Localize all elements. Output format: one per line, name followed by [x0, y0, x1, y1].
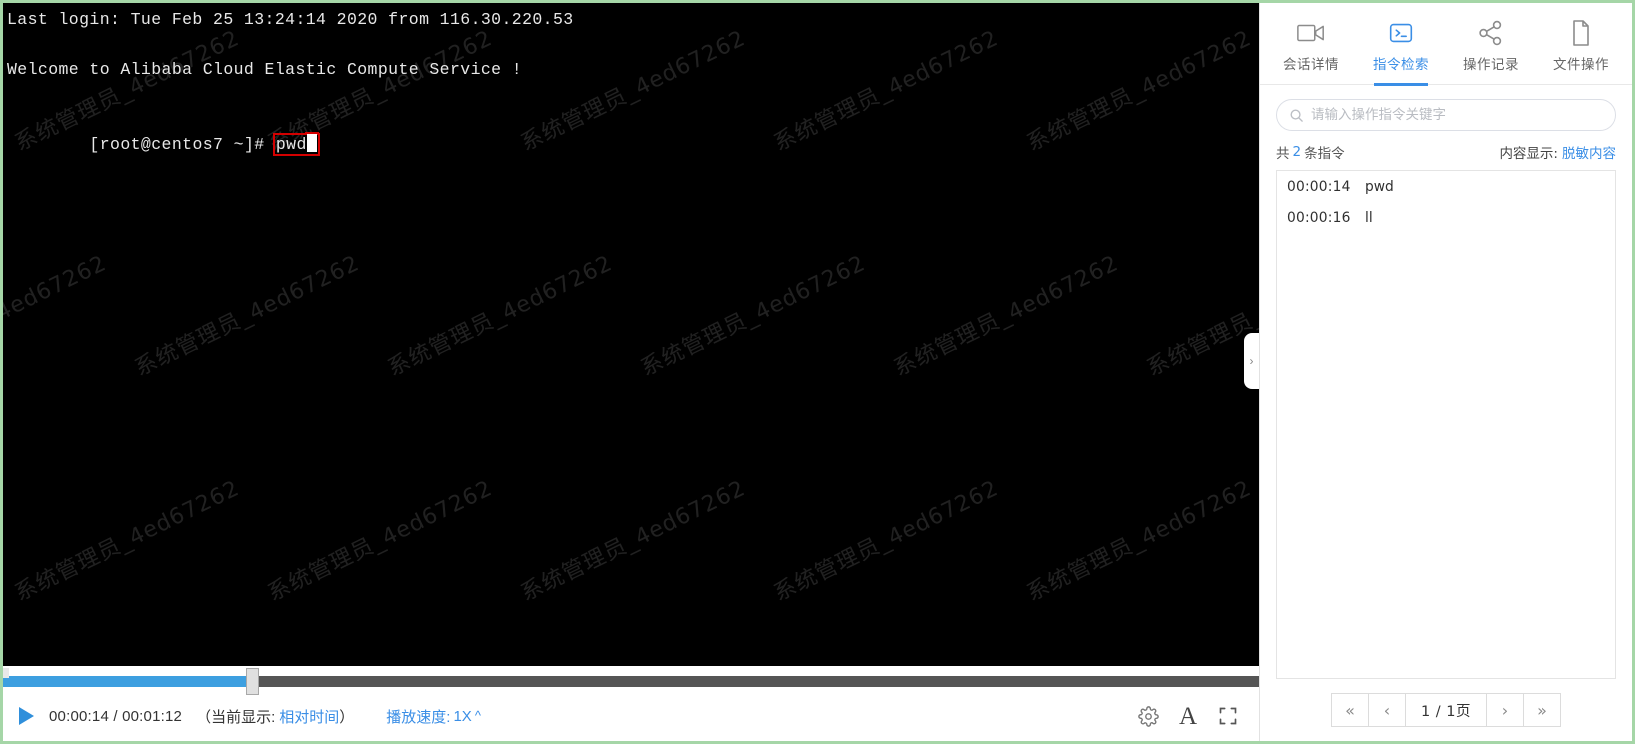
tab-4[interactable]: 文件操作: [1542, 11, 1620, 85]
command-row[interactable]: 00:00:14 pwd: [1277, 171, 1615, 202]
page-last-button[interactable]: »: [1523, 693, 1561, 727]
tab-1[interactable]: 会话详情: [1272, 11, 1350, 85]
page-prev-button[interactable]: ‹: [1368, 693, 1406, 727]
time-display: 00:00:14 / 00:01:12: [49, 707, 183, 725]
panel-collapse-handle[interactable]: ›: [1244, 333, 1259, 389]
search-area: [1260, 85, 1632, 131]
count-suffix: 条指令: [1304, 146, 1345, 162]
progress-handle[interactable]: [245, 668, 259, 695]
tab-label: 文件操作: [1553, 57, 1609, 73]
terminal-screen[interactable]: 系统管理员_4ed67262 系统管理员_4ed67262 系统管理员_4ed672…: [3, 3, 1259, 666]
count-prefix: 共: [1276, 146, 1290, 162]
watermark-text: 系统管理员_4ed67262: [264, 475, 497, 607]
font-size-A-icon: A: [1178, 702, 1198, 730]
terminal-player-pane: 系统管理员_4ed67262 系统管理员_4ed67262 系统管理员_4ed672…: [3, 3, 1259, 741]
caret-up-icon: ^: [474, 707, 481, 723]
chevron-right-icon: ›: [1249, 354, 1254, 368]
file-operation-document-icon: [1569, 17, 1593, 49]
watermark-text: 系统管理员_4ed67262: [770, 475, 1003, 607]
command-text: pwd: [275, 135, 307, 154]
player-controls: 00:00:14 / 00:01:12 （当前显示: 相对时间） 播放速度: 1X…: [3, 690, 1259, 741]
display-mode-group: （当前显示: 相对时间）: [196, 706, 354, 727]
settings-button[interactable]: [1133, 701, 1163, 731]
command-time: 00:00:14: [1287, 178, 1351, 195]
command-text: ll: [1365, 209, 1373, 226]
play-triangle-icon: [18, 707, 34, 725]
content-display-value[interactable]: 脱敏内容: [1558, 142, 1616, 162]
search-icon: [1290, 109, 1303, 122]
page-next-button[interactable]: ›: [1486, 693, 1524, 727]
playback-speed-group[interactable]: 播放速度: 1X ^: [386, 706, 481, 727]
play-button[interactable]: [15, 705, 37, 727]
speed-value: 1X: [453, 707, 472, 725]
page-first-button[interactable]: «: [1331, 693, 1369, 727]
terminal-output: Last login: Tue Feb 25 13:24:14 2020 fro…: [7, 7, 1259, 107]
terminal-cursor: [306, 134, 317, 152]
tab-label: 指令检索: [1373, 57, 1429, 73]
terminal-line: Welcome to Alibaba Cloud Elastic Compute…: [7, 60, 523, 79]
page-indicator: 1 / 1页: [1405, 693, 1487, 727]
command-row[interactable]: 00:00:16 ll: [1277, 202, 1615, 233]
watermark-text: 系统管理员_4ed67262: [11, 475, 244, 607]
progress-start-cap: [3, 668, 9, 678]
tab-label: 会话详情: [1283, 57, 1339, 73]
playback-progress-area: [3, 666, 1259, 695]
display-mode-prefix: （当前显示:: [196, 708, 276, 726]
fullscreen-icon: [1219, 707, 1237, 725]
command-text: pwd: [1365, 178, 1394, 195]
command-count: 2: [1292, 144, 1302, 160]
fullscreen-button[interactable]: [1213, 701, 1243, 731]
command-list[interactable]: 00:00:14 pwd 00:00:16 ll: [1276, 170, 1616, 679]
highlighted-command: pwd: [272, 133, 320, 156]
watermark-text: 系统管理员_4ed67262: [1143, 250, 1259, 382]
tab-2[interactable]: 指令检索: [1362, 11, 1440, 86]
tab-3[interactable]: 操作记录: [1452, 11, 1530, 85]
display-mode-value[interactable]: 相对时间: [275, 709, 339, 726]
terminal-line: Last login: Tue Feb 25 13:24:14 2020 fro…: [7, 10, 574, 29]
watermark-text: 系统管理员_4ed67262: [3, 250, 111, 382]
watermark-text: 系统管理员_4ed67262: [637, 250, 870, 382]
panel-tabbar: 会话详情 指令检索 操作记录 文件操作: [1260, 3, 1632, 86]
search-box[interactable]: [1276, 99, 1616, 131]
side-panel: 会话详情 指令检索 操作记录 文件操作 共 2 条指令 内容显示: 脱敏内容 00:0…: [1259, 3, 1632, 741]
speed-label: 播放速度:: [386, 708, 451, 726]
gear-icon: [1137, 705, 1159, 727]
operation-record-share-icon: [1477, 17, 1505, 49]
font-size-button[interactable]: A: [1173, 701, 1203, 731]
session-detail-video-icon: [1296, 17, 1326, 49]
search-input[interactable]: [1311, 107, 1603, 123]
display-mode-suffix: ）: [339, 708, 355, 726]
terminal-prompt-line: [root@centos7 ~]# pwd: [7, 107, 1259, 182]
tab-label: 操作记录: [1463, 57, 1519, 73]
progress-bar[interactable]: [3, 668, 1259, 695]
watermark-text: 系统管理员_4ed67262: [131, 250, 364, 382]
watermark-text: 系统管理员_4ed67262: [890, 250, 1123, 382]
watermark-text: 系统管理员_4ed67262: [1023, 475, 1256, 607]
content-display-label: 内容显示:: [1499, 146, 1558, 162]
watermark-text: 系统管理员_4ed67262: [384, 250, 617, 382]
watermark-text: 系统管理员_4ed67262: [517, 475, 750, 607]
pagination: « ‹ 1 / 1页 › »: [1260, 679, 1632, 741]
command-time: 00:00:16: [1287, 209, 1351, 226]
session-replay-window: 系统管理员_4ed67262 系统管理员_4ed67262 系统管理员_4ed672…: [0, 0, 1635, 744]
command-meta-row: 共 2 条指令 内容显示: 脱敏内容: [1260, 131, 1632, 170]
shell-prompt: [root@centos7 ~]#: [89, 135, 275, 154]
progress-fill: [3, 676, 252, 687]
command-search-terminal-icon: [1386, 17, 1416, 49]
